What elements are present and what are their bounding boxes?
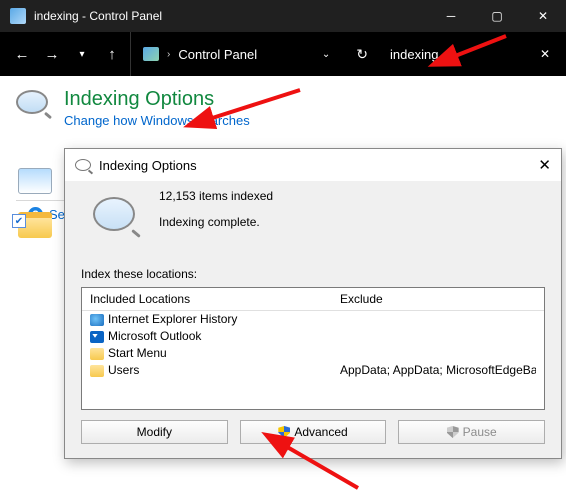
ie-icon <box>90 314 104 326</box>
search-value: indexing <box>390 47 438 62</box>
dialog-titlebar: Indexing Options ✕ <box>65 149 561 181</box>
address-label: Control Panel <box>178 47 257 62</box>
address-dropdown-icon[interactable]: ⌄ <box>322 49 340 60</box>
address-bar[interactable]: › Control Panel ⌄ <box>130 32 340 76</box>
location-row[interactable]: Internet Explorer History <box>82 311 544 328</box>
indexing-options-icon <box>16 90 52 118</box>
folder-icon <box>90 348 104 360</box>
window-titlebar: indexing - Control Panel ─ ▢ ✕ <box>0 0 566 32</box>
recent-button[interactable]: ▾ <box>70 49 94 60</box>
search-input[interactable]: indexing ✕ <box>384 41 556 67</box>
close-button[interactable]: ✕ <box>520 0 566 32</box>
refresh-button[interactable]: ↻ <box>346 46 378 63</box>
location-exclude <box>340 328 536 345</box>
shield-icon <box>278 426 290 438</box>
up-button[interactable]: ↑ <box>100 46 124 63</box>
indexing-options-dialog: Indexing Options ✕ 12,153 items indexed … <box>64 148 562 459</box>
location-row[interactable]: Users AppData; AppData; MicrosoftEdgeBack… <box>82 362 544 379</box>
navigation-bar: ← → ▾ ↑ › Control Panel ⌄ ↻ indexing ✕ <box>0 32 566 76</box>
items-indexed-label: 12,153 items indexed <box>159 189 273 203</box>
back-button[interactable]: ← <box>10 46 34 63</box>
clear-search-icon[interactable]: ✕ <box>540 47 550 61</box>
ol-icon <box>90 331 104 343</box>
folder-icon <box>90 365 104 377</box>
control-panel-icon <box>143 47 159 61</box>
location-row[interactable]: Start Menu <box>82 345 544 362</box>
folder-options-icon: ✔ <box>18 212 52 238</box>
minimize-button[interactable]: ─ <box>428 0 474 32</box>
advanced-button[interactable]: Advanced <box>240 420 387 444</box>
control-panel-icon <box>10 8 26 24</box>
magnifier-icon <box>75 159 91 171</box>
indexing-status-label: Indexing complete. <box>159 215 273 229</box>
result-icons-column: ✔ <box>18 168 52 238</box>
magnifier-icon <box>93 197 135 231</box>
locations-label: Index these locations: <box>81 267 545 281</box>
location-name: Start Menu <box>108 345 167 362</box>
location-exclude <box>340 345 536 362</box>
window-title: indexing - Control Panel <box>34 9 428 23</box>
column-exclude[interactable]: Exclude <box>340 292 536 306</box>
location-exclude <box>340 311 536 328</box>
locations-list: Included Locations Exclude Internet Expl… <box>81 287 545 410</box>
maximize-button[interactable]: ▢ <box>474 0 520 32</box>
dialog-close-button[interactable]: ✕ <box>538 156 551 174</box>
dialog-title: Indexing Options <box>99 158 197 173</box>
location-name: Users <box>108 362 139 379</box>
location-name: Microsoft Outlook <box>108 328 201 345</box>
pause-button: Pause <box>398 420 545 444</box>
modify-button[interactable]: Modify <box>81 420 228 444</box>
forward-button[interactable]: → <box>40 46 64 63</box>
location-name: Internet Explorer History <box>108 311 237 328</box>
shield-icon <box>447 426 459 438</box>
breadcrumb-sep: › <box>167 49 170 60</box>
change-search-link[interactable]: Change how Windows searches <box>64 113 250 128</box>
location-row[interactable]: Microsoft Outlook <box>82 328 544 345</box>
location-exclude: AppData; AppData; MicrosoftEdgeBackups <box>340 362 536 379</box>
indexing-options-link[interactable]: Indexing Options <box>64 88 250 111</box>
monitor-icon <box>18 168 52 194</box>
column-included[interactable]: Included Locations <box>90 292 340 306</box>
